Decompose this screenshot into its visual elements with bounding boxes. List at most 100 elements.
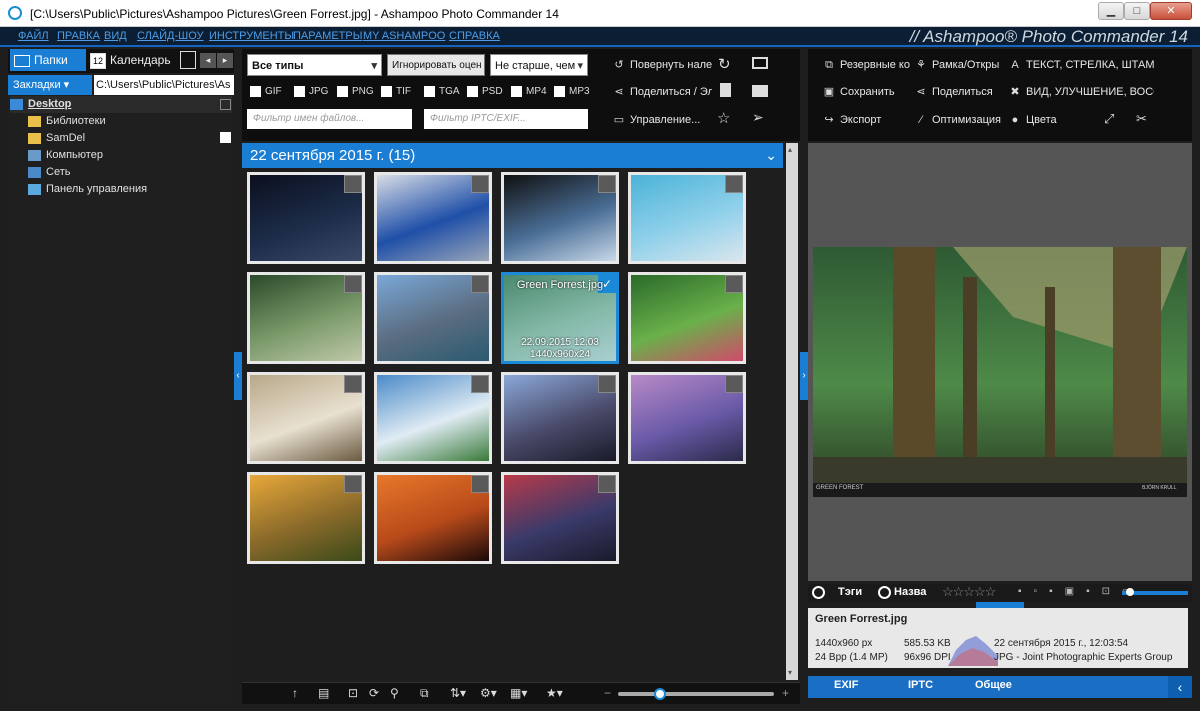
thumbnail-purple-skyline[interactable] [628, 372, 746, 464]
collapse-right-arrow[interactable]: › [800, 352, 808, 400]
thumbnail-checkbox[interactable] [598, 375, 616, 393]
menu-tools[interactable]: ИНСТРУМЕНТЫ [209, 30, 294, 42]
refresh-icon[interactable]: ⟳ [369, 686, 379, 700]
thumbnail-sunflowers[interactable] [247, 472, 365, 564]
tab-exif[interactable]: EXIF [834, 679, 858, 691]
filter-jpg[interactable]: JPG [294, 85, 328, 99]
tga-checkbox[interactable] [424, 85, 435, 97]
thumbnail-checkbox[interactable] [471, 175, 489, 193]
zoom-slider-handle[interactable] [654, 688, 667, 700]
filter-gif[interactable]: GIF [250, 85, 282, 99]
rotate-left-button[interactable]: ↺ Повернуть нале [612, 56, 712, 74]
bookmarks-dropdown[interactable]: Закладки ▾ [8, 75, 92, 95]
thumbnail-palm-sunset[interactable] [374, 472, 492, 564]
image-preview[interactable]: GREEN FOREST BJÖRN KRULL [808, 143, 1192, 581]
thumbnail-checkbox[interactable] [344, 275, 362, 293]
gear-icon[interactable]: ⚙▾ [480, 686, 497, 700]
chevron-down-icon[interactable]: ⌄ [765, 143, 777, 168]
filter-psd[interactable]: PSD [467, 85, 503, 99]
star-icon[interactable]: ☆ [717, 109, 730, 127]
thumbnail-checkbox[interactable] [725, 175, 743, 193]
tab-next-arrow[interactable]: ▸ [217, 53, 233, 68]
thumbnail-checkbox[interactable] [598, 475, 616, 493]
rating-star-icon[interactable]: ★▾ [546, 686, 563, 700]
names-radio[interactable] [878, 586, 891, 599]
filter-tga[interactable]: TGA [424, 85, 460, 99]
backup-button[interactable]: ⧉ Резервные ко [822, 56, 912, 74]
tree-item-desktop[interactable]: Desktop [10, 96, 232, 113]
panel-toggle-icon[interactable]: ▤ [318, 686, 329, 700]
document-icon[interactable] [720, 83, 731, 97]
manage-button[interactable]: ▭ Управление... [612, 111, 712, 129]
filter-png[interactable]: PNG [337, 85, 374, 99]
zoom-out-button[interactable]: − [604, 686, 611, 700]
type-filter-combo[interactable]: Все типы ▾ [247, 54, 382, 76]
thumbnail-checkbox[interactable] [471, 475, 489, 493]
thumbnail-checkbox[interactable] [471, 275, 489, 293]
menu-slideshow[interactable]: СЛАЙД-ШОУ [137, 30, 204, 42]
up-arrow-icon[interactable]: ↑ [292, 686, 298, 700]
thumbnail-night-promenade[interactable] [247, 172, 365, 264]
png-checkbox[interactable] [337, 85, 348, 97]
filter-mp4[interactable]: MP4 [511, 85, 547, 99]
thumbnail-porthole[interactable] [501, 172, 619, 264]
menu-my-ashampoo[interactable]: MY ASHAMPOO [363, 30, 445, 42]
sort-icon[interactable]: ⇅▾ [450, 686, 466, 700]
menu-settings[interactable]: ПАРАМЕТРЫ [293, 30, 362, 42]
menu-file[interactable]: ФАЙЛ [18, 30, 49, 42]
names-label[interactable]: Назва [894, 586, 926, 598]
thumbnail-mountain-lake[interactable] [374, 372, 492, 464]
thumbnail-checkbox[interactable] [725, 275, 743, 293]
tree-item-control-panel[interactable]: Панель управления [28, 181, 147, 198]
fullscreen-icon[interactable]: ⤢ [1104, 111, 1114, 127]
thumbnail-checkbox[interactable] [344, 175, 362, 193]
frame-button[interactable]: ⚘ Рамка/Откры [914, 56, 1000, 74]
text-stamp-button[interactable]: A ТЕКСТ, СТРЕЛКА, ШТАМП, [1008, 56, 1154, 74]
scroll-down-arrow[interactable]: ▾ [788, 668, 796, 677]
desktop-checkbox[interactable] [220, 99, 231, 110]
tree-item-libraries[interactable]: Библиотеки [28, 113, 106, 130]
maximize-button[interactable]: □ [1124, 2, 1150, 20]
view-mode-icon[interactable]: ▦▾ [510, 686, 527, 700]
grid-scrollbar[interactable]: ▴ ▾ [786, 143, 798, 680]
save-button[interactable]: ▣ Сохранить [822, 83, 912, 101]
export-button[interactable]: ↪ Экспорт [822, 111, 912, 129]
colors-button[interactable]: ● Цвета [1008, 111, 1098, 129]
filter-mp3[interactable]: MP3 [554, 85, 590, 99]
tree-item-network[interactable]: Сеть [28, 164, 70, 181]
rating-stars[interactable]: ☆☆☆☆☆ [942, 584, 996, 600]
new-folder-icon[interactable]: ⧉ [420, 686, 429, 701]
thumbnail-dolphin[interactable] [628, 172, 746, 264]
send-icon[interactable]: ➢ [752, 109, 764, 126]
rotate-right-icon[interactable]: ↻ [718, 55, 731, 73]
thumbnail-checkbox[interactable] [344, 375, 362, 393]
zoom-in-button[interactable]: + [782, 686, 789, 700]
thumbnail-checkbox[interactable] [344, 475, 362, 493]
tab-general[interactable]: Общее [975, 679, 1012, 691]
thumbnail-lantern[interactable] [374, 172, 492, 264]
monitor-icon[interactable] [752, 57, 768, 69]
view-enhance-button[interactable]: ✖ ВИД, УЛУЧШЕНИЕ, ВОССТА [1008, 83, 1154, 101]
filename-filter-input[interactable]: Фильтр имен файлов... [247, 109, 412, 129]
share-button[interactable]: ⋖ Поделиться [914, 83, 1000, 101]
thumbnail-goat[interactable] [247, 372, 365, 464]
thumbnail-green-forrest[interactable]: ✓ Green Forrest.jpg 22.09.2015 12:03 1440x9… [501, 272, 619, 364]
mp3-checkbox[interactable] [554, 85, 565, 97]
thumbnail-checkbox[interactable] [598, 175, 616, 193]
mp4-checkbox[interactable] [511, 85, 522, 97]
gif-checkbox[interactable] [250, 85, 261, 97]
close-button[interactable]: ✕ [1150, 2, 1192, 20]
tree-item-computer[interactable]: Компьютер [28, 147, 103, 164]
thumbnail-skyline-dusk[interactable] [501, 372, 619, 464]
samdel-checkbox[interactable] [220, 132, 231, 143]
tab-folders[interactable]: Папки [10, 49, 86, 71]
tab-iptc[interactable]: IPTC [908, 679, 933, 691]
info-collapse-arrow[interactable]: ‹ [1168, 676, 1192, 698]
slideshow-tab-icon[interactable] [180, 51, 196, 69]
tif-checkbox[interactable] [381, 85, 392, 97]
share-email-button[interactable]: ⋖ Поделиться / Эл [612, 83, 712, 101]
printer-icon[interactable] [752, 85, 768, 97]
scissors-icon[interactable]: ✂ [1136, 111, 1147, 127]
thumbnail-dragonfly[interactable] [247, 272, 365, 364]
scroll-up-arrow[interactable]: ▴ [788, 145, 796, 154]
